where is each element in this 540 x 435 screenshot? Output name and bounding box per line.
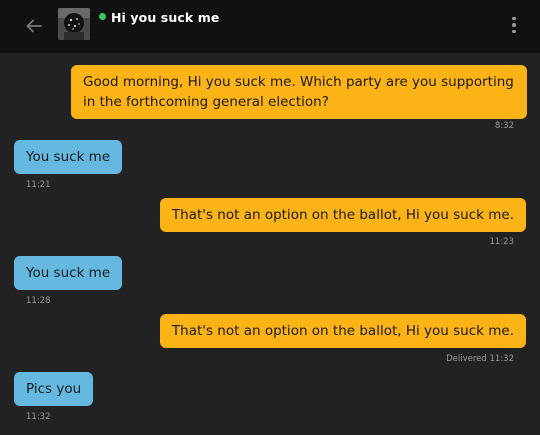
message-timestamp: 11:32 <box>26 412 51 422</box>
arrow-left-icon <box>26 19 42 33</box>
message-bubble-outgoing[interactable]: Good morning, Hi you suck me. Which part… <box>71 65 527 119</box>
more-vertical-icon <box>512 16 516 21</box>
message-timestamp: Delivered 11:32 <box>446 354 514 364</box>
message-timestamp: 11:28 <box>26 296 51 306</box>
message-bubble-incoming[interactable]: You suck me <box>14 256 123 290</box>
contact-name[interactable]: Hi you suck me <box>111 10 219 25</box>
message-timestamp: 8:32 <box>494 121 514 131</box>
message-text: That's not an option on the ballot, Hi y… <box>171 323 514 339</box>
message-text: You suck me <box>26 149 111 165</box>
message-timestamp: 11:21 <box>26 180 51 190</box>
message-bubble-outgoing[interactable]: That's not an option on the ballot, Hi y… <box>159 314 526 348</box>
message-text: Good morning, Hi you suck me. Which part… <box>83 74 514 110</box>
avatar[interactable] <box>58 8 90 40</box>
message-text: Pics you <box>26 381 82 397</box>
message-text: That's not an option on the ballot, Hi y… <box>171 207 514 223</box>
online-status-dot <box>99 13 106 20</box>
message-text: You suck me <box>26 265 111 281</box>
chat-header: Hi you suck me <box>0 0 540 53</box>
message-bubble-incoming[interactable]: Pics you <box>14 372 94 406</box>
message-timestamp: 11:23 <box>489 237 515 247</box>
message-bubble-incoming[interactable]: You suck me <box>14 140 123 174</box>
back-button[interactable] <box>20 12 48 40</box>
more-options-button[interactable] <box>506 12 522 38</box>
message-bubble-outgoing[interactable]: That's not an option on the ballot, Hi y… <box>159 198 526 232</box>
